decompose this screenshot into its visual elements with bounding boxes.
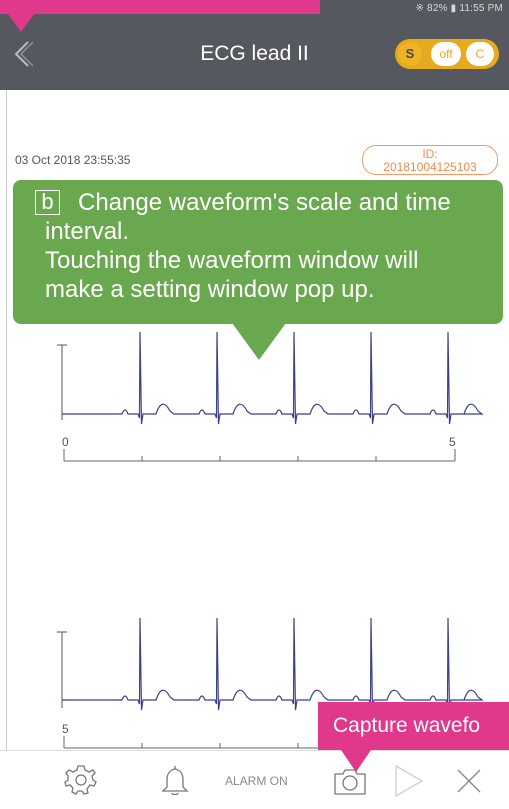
highlight-pointer-top — [8, 14, 34, 32]
waveform1-axis-end: 5 — [449, 435, 456, 449]
waveform1-time-axis — [63, 449, 456, 462]
capture-pointer — [341, 750, 371, 772]
callout-line-3: Touching the waveform window will — [45, 247, 419, 274]
play-icon[interactable] — [390, 763, 426, 799]
waveform1-axis-start: 0 — [62, 435, 69, 449]
tutorial-callout: b Change waveform's scale and time inter… — [13, 180, 503, 324]
callout-pointer — [232, 323, 286, 360]
callout-letter-box: b — [35, 190, 60, 215]
waveform2-axis-start: 5 — [62, 722, 69, 736]
alarm-bell-icon[interactable] — [160, 763, 190, 797]
callout-line-1: Change waveform's scale and time — [78, 189, 451, 216]
ecg-waveform-area[interactable]: 0 5 5 — [0, 0, 509, 809]
capture-callout: Capture wavefo — [318, 702, 509, 750]
waveform2-time-axis — [63, 736, 320, 749]
waveform2-trace — [62, 617, 484, 711]
close-icon[interactable] — [455, 767, 483, 795]
settings-gear-icon[interactable] — [64, 763, 98, 797]
callout-line-2: interval. — [45, 218, 130, 245]
highlight-bar-top — [0, 0, 320, 14]
callout-line-4: make a setting window pop up. — [45, 276, 375, 303]
alarm-status-label[interactable]: ALARM ON — [225, 774, 288, 788]
